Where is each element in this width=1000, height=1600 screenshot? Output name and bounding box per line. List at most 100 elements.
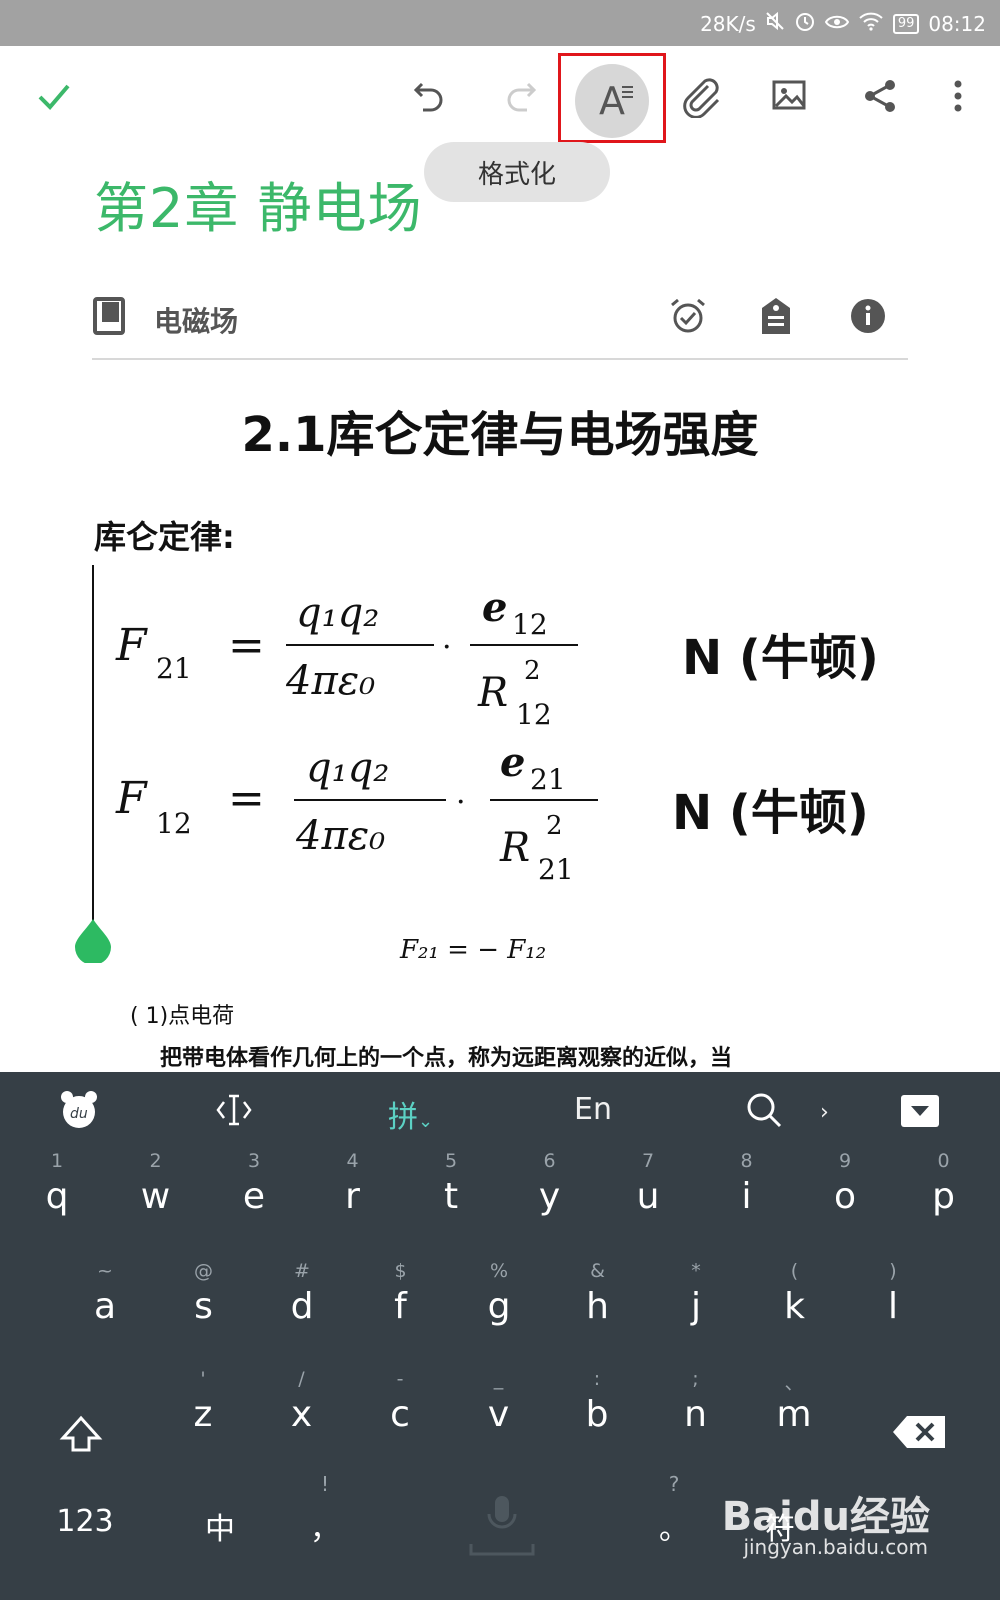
more-options-icon[interactable] xyxy=(930,68,986,124)
key-hint: 9 xyxy=(838,1150,852,1172)
key-u[interactable]: 7u xyxy=(599,1142,697,1247)
key-hint: 1 xyxy=(50,1150,64,1172)
format-tooltip: 格式化 xyxy=(424,142,610,202)
numbers-key[interactable]: 123 xyxy=(40,1504,130,1584)
selection-handle[interactable] xyxy=(73,917,113,965)
shift-key-icon[interactable] xyxy=(32,1374,130,1479)
key-t[interactable]: 5t xyxy=(402,1142,500,1247)
key-a[interactable]: ~ a xyxy=(56,1252,154,1357)
chevron-right-icon[interactable]: › xyxy=(820,1100,829,1125)
key-label: n xyxy=(684,1394,707,1435)
key-label: o xyxy=(833,1176,857,1217)
key-hint: * xyxy=(691,1260,701,1282)
fraction-bar xyxy=(294,799,446,801)
done-check-icon[interactable] xyxy=(26,68,82,124)
key-m[interactable]: 、 m xyxy=(745,1360,843,1465)
subheading: 库仑定律: xyxy=(94,518,235,556)
undo-icon[interactable] xyxy=(402,68,458,124)
image-icon[interactable] xyxy=(762,68,818,124)
reminder-icon[interactable] xyxy=(668,296,708,336)
attachment-icon[interactable] xyxy=(672,68,728,124)
redo-icon[interactable] xyxy=(492,68,548,124)
key-r[interactable]: 4r xyxy=(304,1142,402,1247)
key-label: g xyxy=(487,1286,511,1327)
baidu-watermark: Baidu经验 xyxy=(721,1494,930,1540)
key-y[interactable]: 6y xyxy=(501,1142,599,1247)
wifi-icon xyxy=(858,11,884,37)
key-label: f xyxy=(394,1286,407,1327)
paragraph-text: 把带电体看作几何上的一个点，称为远距离观察的近似，当 xyxy=(160,1046,733,1071)
key-z[interactable]: ' z xyxy=(154,1360,252,1465)
key-o[interactable]: 9o xyxy=(796,1142,894,1247)
key-hint: # xyxy=(294,1260,310,1282)
mute-icon xyxy=(765,11,785,37)
key-v[interactable]: _ v xyxy=(450,1360,548,1465)
english-mode[interactable]: En xyxy=(574,1092,612,1127)
key-s[interactable]: @ s xyxy=(155,1252,253,1357)
period-key[interactable]: 。 xyxy=(634,1504,714,1584)
hide-keyboard-icon[interactable] xyxy=(900,1094,940,1136)
key-label: z xyxy=(193,1394,213,1435)
alarm-icon xyxy=(794,10,816,38)
key-n[interactable]: ; n xyxy=(647,1360,745,1465)
key-w[interactable]: 2w xyxy=(107,1142,205,1247)
key-b[interactable]: :b xyxy=(548,1360,646,1465)
point-charge-heading: ( 1)点电荷 xyxy=(130,1004,235,1029)
backspace-key-icon[interactable] xyxy=(870,1374,968,1479)
baidu-watermark-url: jingyan.baidu.com xyxy=(743,1535,928,1559)
key-label: u xyxy=(636,1176,660,1217)
notebook-name[interactable]: 电磁场 xyxy=(154,300,238,340)
key-hint: 2 xyxy=(149,1150,162,1172)
key-hint: ) xyxy=(889,1260,897,1282)
cursor-move-icon[interactable] xyxy=(214,1092,254,1136)
key-hint: 3 xyxy=(247,1150,261,1172)
key-q[interactable]: 1q xyxy=(8,1142,106,1247)
format-button-highlight: A xyxy=(558,53,666,143)
key-g[interactable]: % g xyxy=(450,1252,548,1357)
notebook-icon[interactable] xyxy=(92,296,132,336)
chinese-key[interactable]: 中 xyxy=(180,1504,260,1584)
key-i[interactable]: 8i xyxy=(698,1142,796,1247)
key-label: b xyxy=(585,1394,609,1435)
notebook-row: 电磁场 xyxy=(92,290,908,360)
key-k[interactable]: (k xyxy=(746,1252,844,1357)
key-h[interactable]: & h xyxy=(549,1252,647,1357)
note-title[interactable]: 第2章 静电场 xyxy=(94,164,423,243)
key-c[interactable]: -c xyxy=(351,1360,449,1465)
key-hint: % xyxy=(489,1260,509,1282)
format-text-icon[interactable]: A xyxy=(575,64,649,138)
key-label: w xyxy=(140,1176,171,1217)
key-hint: 6 xyxy=(543,1150,556,1172)
key-e[interactable]: 3e xyxy=(205,1142,303,1247)
key-hint: 4 xyxy=(346,1150,359,1172)
key-hint: 7 xyxy=(641,1150,655,1172)
du-logo-icon[interactable]: du xyxy=(58,1088,100,1138)
comma-key[interactable]: ， xyxy=(285,1504,365,1584)
key-x[interactable]: / x xyxy=(253,1360,351,1465)
key-label: l xyxy=(887,1286,898,1327)
info-icon[interactable] xyxy=(848,296,888,336)
section-heading: 2.1库仑定律与电场强度 xyxy=(241,407,759,463)
key-hint: / xyxy=(298,1368,305,1390)
tag-icon[interactable] xyxy=(758,296,798,336)
key-label: e xyxy=(242,1176,266,1217)
key-j[interactable]: * j xyxy=(647,1252,745,1357)
share-icon[interactable] xyxy=(852,68,908,124)
pinyin-mode[interactable]: 拼⌄ xyxy=(388,1092,433,1136)
key-label: x xyxy=(290,1394,313,1435)
space-microphone-icon[interactable] xyxy=(462,1492,542,1572)
eye-icon xyxy=(824,11,849,37)
key-d[interactable]: # d xyxy=(253,1252,351,1357)
key-hint: & xyxy=(590,1260,605,1282)
key-p[interactable]: 0p xyxy=(895,1142,993,1247)
key-hint: ( xyxy=(790,1260,799,1282)
key-f[interactable]: $ f xyxy=(352,1252,450,1357)
key-l[interactable]: ) l xyxy=(844,1252,942,1357)
key-label: p xyxy=(932,1176,955,1217)
clock: 08:12 xyxy=(928,12,986,36)
key-label: y xyxy=(538,1176,561,1217)
key-hint: ' xyxy=(200,1368,206,1390)
search-icon[interactable] xyxy=(744,1090,784,1138)
key-hint: $ xyxy=(394,1260,407,1282)
key-label: i xyxy=(741,1176,752,1217)
